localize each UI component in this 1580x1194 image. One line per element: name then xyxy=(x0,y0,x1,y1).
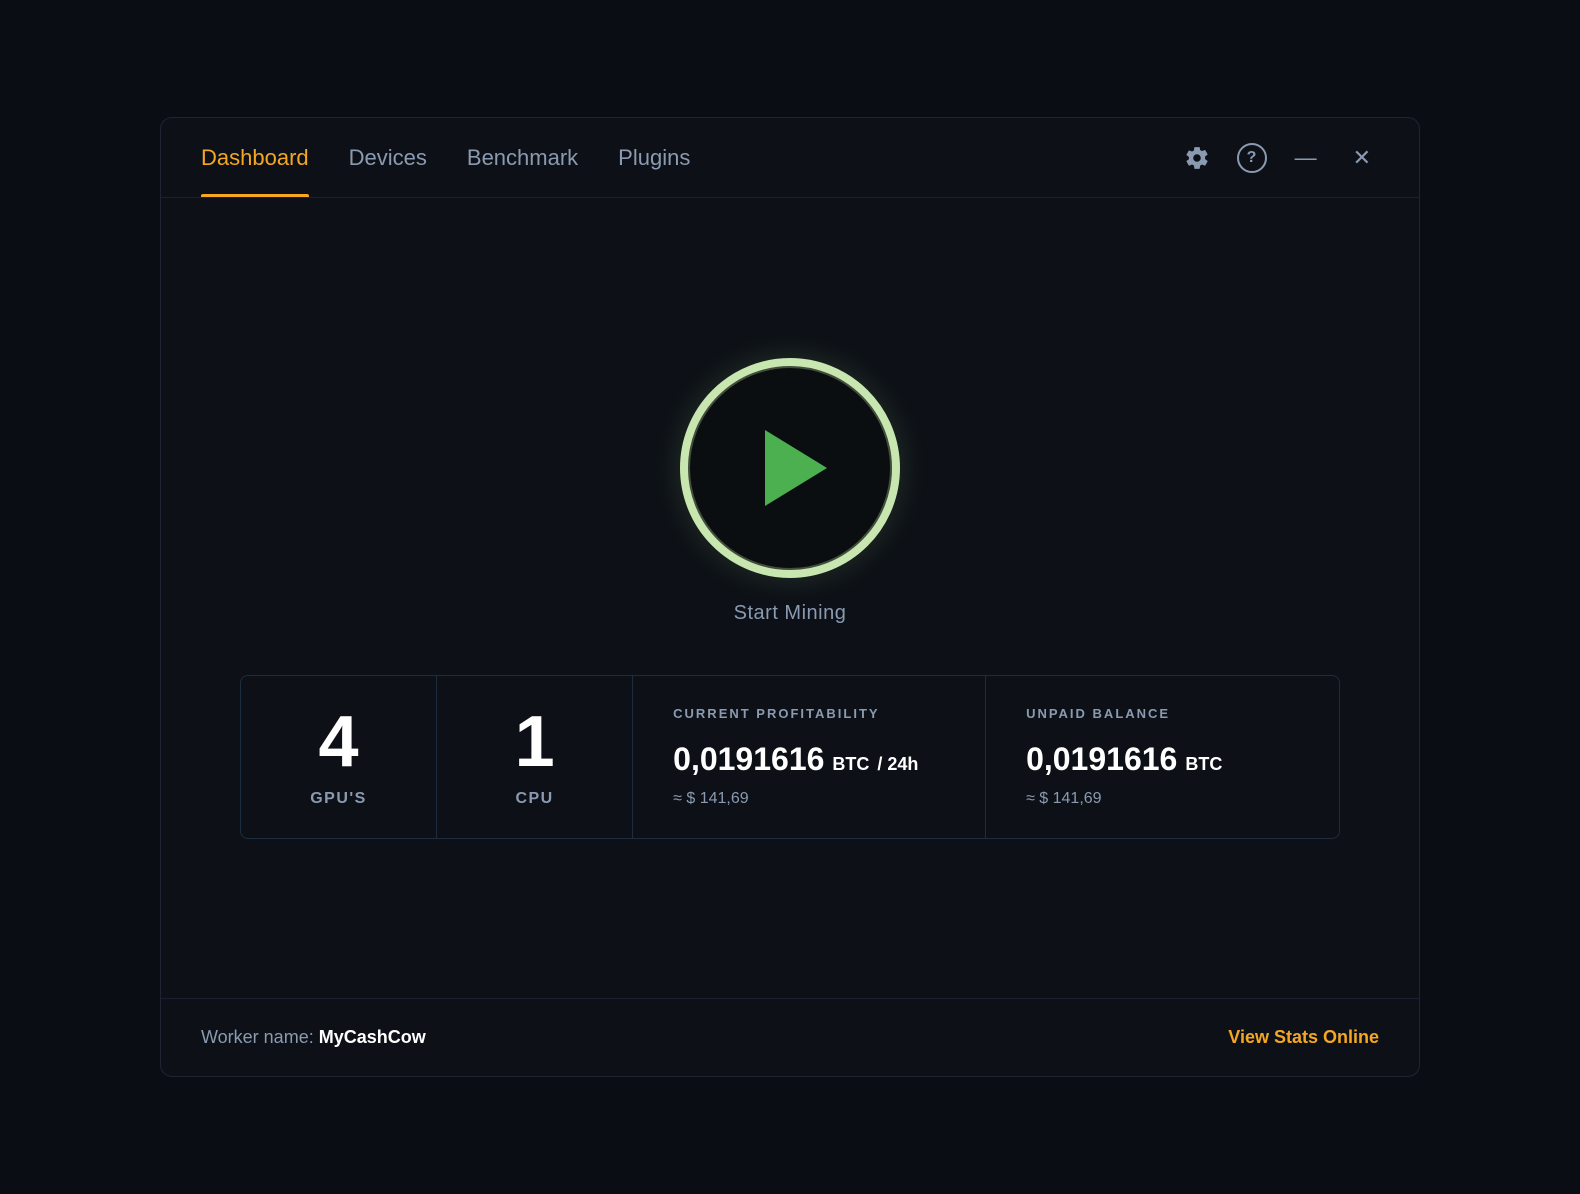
nav-tabs: Dashboard Devices Benchmark Plugins xyxy=(201,118,690,197)
tab-devices[interactable]: Devices xyxy=(349,118,427,197)
gpu-count: 4 xyxy=(319,706,359,778)
unpaid-btc-value: 0,0191616 xyxy=(1026,741,1177,778)
nav-controls: ? — ✕ xyxy=(1177,138,1379,178)
play-button-container: Start Mining xyxy=(680,358,900,625)
cpu-label: CPU xyxy=(515,790,553,808)
cpu-count: 1 xyxy=(515,706,555,778)
tab-plugins[interactable]: Plugins xyxy=(618,118,690,197)
profitability-btc-value: 0,0191616 xyxy=(673,741,824,778)
profitability-usd: ≈ $ 141,69 xyxy=(673,790,749,808)
settings-button[interactable] xyxy=(1177,138,1217,178)
main-content: Start Mining 4 GPU'S 1 CPU CURRENT PROFI… xyxy=(161,198,1419,998)
close-button[interactable]: ✕ xyxy=(1345,141,1379,175)
gpu-stat-cell: 4 GPU'S xyxy=(241,676,437,838)
unpaid-btc: 0,0191616 BTC xyxy=(1026,741,1222,778)
profitability-btc: 0,0191616 BTC / 24h xyxy=(673,741,918,778)
tab-dashboard[interactable]: Dashboard xyxy=(201,118,309,197)
nav-bar: Dashboard Devices Benchmark Plugins ? — … xyxy=(161,118,1419,198)
help-button[interactable]: ? xyxy=(1237,143,1267,173)
help-icon: ? xyxy=(1247,149,1257,167)
worker-name-value: MyCashCow xyxy=(319,1027,426,1047)
unpaid-btc-unit: BTC xyxy=(1185,754,1222,775)
footer: Worker name: MyCashCow View Stats Online xyxy=(161,998,1419,1076)
profitability-btc-unit: BTC xyxy=(832,754,869,775)
profitability-cell: CURRENT PROFITABILITY 0,0191616 BTC / 24… xyxy=(633,676,986,838)
minimize-button[interactable]: — xyxy=(1287,141,1325,175)
gpu-label: GPU'S xyxy=(310,790,367,808)
tab-benchmark[interactable]: Benchmark xyxy=(467,118,578,197)
start-mining-button[interactable] xyxy=(680,358,900,578)
unpaid-usd: ≈ $ 141,69 xyxy=(1026,790,1102,808)
app-window: Dashboard Devices Benchmark Plugins ? — … xyxy=(160,117,1420,1077)
play-icon xyxy=(765,430,827,506)
start-mining-label: Start Mining xyxy=(734,602,847,625)
view-stats-link[interactable]: View Stats Online xyxy=(1228,1027,1379,1048)
worker-name-prefix: Worker name: xyxy=(201,1027,319,1047)
worker-name-section: Worker name: MyCashCow xyxy=(201,1027,426,1048)
profitability-per-24h: / 24h xyxy=(877,754,918,775)
unpaid-balance-cell: UNPAID BALANCE 0,0191616 BTC ≈ $ 141,69 xyxy=(986,676,1339,838)
gear-icon xyxy=(1184,145,1210,171)
profitability-section-label: CURRENT PROFITABILITY xyxy=(673,706,879,721)
cpu-stat-cell: 1 CPU xyxy=(437,676,633,838)
stats-grid: 4 GPU'S 1 CPU CURRENT PROFITABILITY 0,01… xyxy=(240,675,1340,839)
unpaid-section-label: UNPAID BALANCE xyxy=(1026,706,1170,721)
